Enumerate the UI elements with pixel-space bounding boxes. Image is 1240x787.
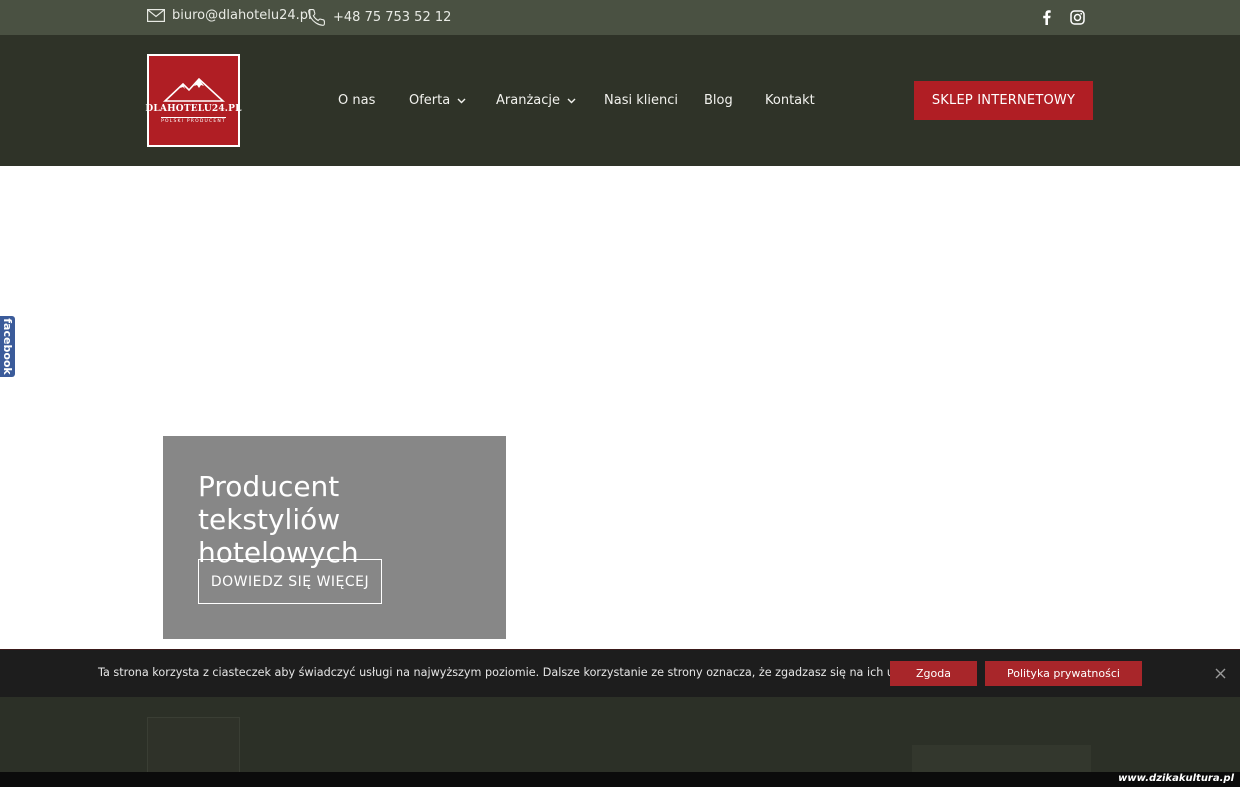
logo-subtitle: POLSKI PRODUCENT [161, 116, 226, 124]
close-icon[interactable] [1214, 667, 1227, 680]
nav-item-o-nas[interactable]: O nas [338, 93, 375, 108]
nav-label: Oferta [409, 93, 451, 108]
phone-text: +48 75 753 52 12 [333, 10, 452, 25]
chevron-down-icon [457, 98, 466, 103]
instagram-icon [1069, 9, 1085, 25]
cookie-message: Ta strona korzysta z ciasteczek aby świa… [98, 666, 927, 679]
below-section [0, 697, 1240, 777]
nav-label: Aranżacje [496, 93, 560, 108]
cookie-accept-button[interactable]: Zgoda [890, 661, 977, 686]
learn-more-button[interactable]: DOWIEDZ SIĘ WIĘCEJ [198, 559, 382, 604]
nav-item-aranzacje[interactable]: Aranżacje [496, 93, 576, 108]
facebook-icon [1042, 9, 1051, 25]
facebook-tab-label: facebook [1, 318, 14, 375]
privacy-policy-button[interactable]: Polityka prywatności [985, 661, 1142, 686]
email-link[interactable]: biuro@dlahotelu24.pl [147, 8, 312, 23]
envelope-icon [147, 9, 165, 22]
nav-label: O nas [338, 93, 376, 108]
hero-box: Producent tekstyliów hotelowych DOWIEDZ … [163, 436, 506, 639]
nav-label: Blog [704, 93, 733, 108]
nav-label: Kontakt [765, 93, 815, 108]
email-text: biuro@dlahotelu24.pl [172, 8, 312, 23]
faded-shop-button [912, 745, 1091, 775]
nav-item-blog[interactable]: Blog [704, 93, 733, 108]
faded-logo [147, 717, 240, 777]
facebook-link[interactable] [1038, 9, 1054, 25]
phone-link[interactable]: +48 75 753 52 12 [307, 8, 451, 27]
nav-item-kontakt[interactable]: Kontakt [765, 93, 815, 108]
nav-item-nasi-klienci[interactable]: Nasi klienci [604, 93, 678, 108]
hero-title: Producent tekstyliów hotelowych [198, 470, 359, 569]
shop-button[interactable]: SKLEP INTERNETOWY [914, 81, 1093, 120]
watermark-text: www.dzikakultura.pl [1118, 773, 1234, 784]
main-header: DLAHOTELU24.PL POLSKI PRODUCENT O nas Of… [0, 35, 1240, 166]
cookie-notice: Ta strona korzysta z ciasteczek aby świa… [0, 649, 1240, 697]
site-logo[interactable]: DLAHOTELU24.PL POLSKI PRODUCENT [145, 54, 242, 147]
hero-section: Producent tekstyliów hotelowych DOWIEDZ … [0, 166, 1240, 649]
nav-item-oferta[interactable]: Oferta [409, 93, 466, 108]
logo-name: DLAHOTELU24.PL [145, 103, 242, 114]
bottom-strip: www.dzikakultura.pl [0, 772, 1240, 787]
phone-icon [308, 9, 325, 26]
facebook-side-tab[interactable]: facebook [0, 316, 15, 377]
top-bar: biuro@dlahotelu24.pl +48 75 753 52 12 [0, 0, 1240, 35]
chevron-down-icon [567, 98, 576, 103]
mountain-logo-icon [162, 77, 225, 102]
nav-label: Nasi klienci [604, 93, 678, 108]
instagram-link[interactable] [1069, 9, 1085, 25]
